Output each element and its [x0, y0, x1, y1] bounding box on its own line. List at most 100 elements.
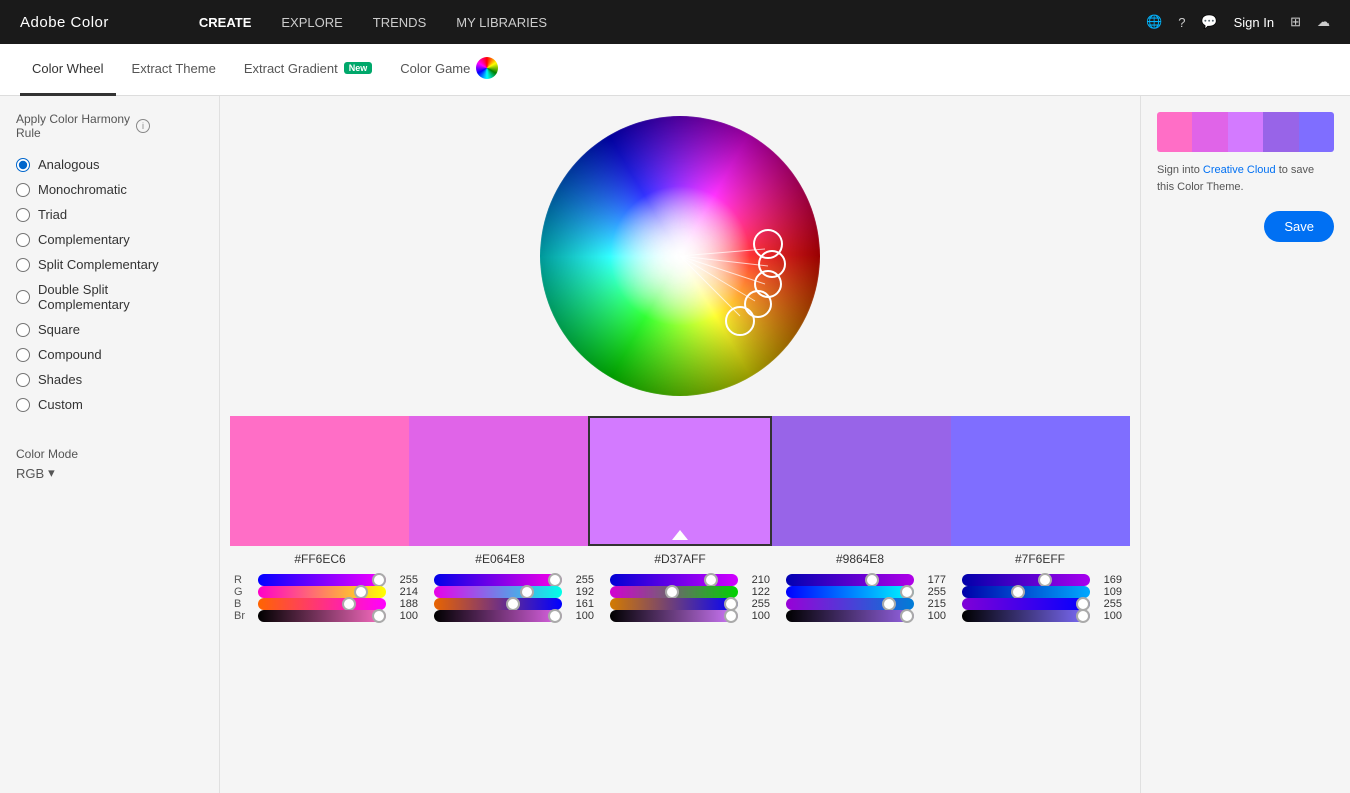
rule-square-radio[interactable] [16, 323, 30, 337]
rule-complementary[interactable]: Complementary [16, 227, 203, 252]
nav-links: CREATE EXPLORE TRENDS MY LIBRARIES [199, 15, 547, 30]
nav-right: 🌐 ? 💬 Sign In ⊞ ☁ [1146, 14, 1330, 30]
rule-custom-label: Custom [38, 397, 83, 412]
info-icon[interactable]: i [136, 119, 150, 133]
swatch-3[interactable] [588, 416, 771, 546]
rule-compound[interactable]: Compound [16, 342, 203, 367]
br-value-2: 100 [566, 610, 594, 622]
br-value-1: 100 [390, 610, 418, 622]
rule-shades-radio[interactable] [16, 373, 30, 387]
color-wheel[interactable] [540, 116, 820, 396]
save-button[interactable]: Save [1264, 211, 1334, 242]
hex-1[interactable]: #FF6EC6 [230, 552, 410, 566]
swatch-2[interactable] [409, 416, 588, 546]
g-label: G [230, 586, 250, 598]
preview-color-3 [1228, 112, 1263, 152]
rule-double-split-radio[interactable] [16, 290, 30, 304]
br-slider-3-cell: 100 [602, 610, 778, 622]
rule-triad-label: Triad [38, 207, 67, 222]
nav-create[interactable]: CREATE [199, 15, 251, 30]
g-value-3: 122 [742, 586, 770, 598]
tab-color-game-label: Color Game [400, 61, 470, 76]
preview-color-2 [1192, 112, 1227, 152]
g-value-5: 109 [1094, 586, 1122, 598]
top-navigation: Adobe Color CREATE EXPLORE TRENDS MY LIB… [0, 0, 1350, 44]
rule-analogous-label: Analogous [38, 157, 99, 172]
hex-4[interactable]: #9864E8 [770, 552, 950, 566]
br-slider-3[interactable] [610, 610, 738, 622]
tab-color-game[interactable]: Color Game [388, 44, 510, 96]
preview-swatch [1157, 112, 1334, 152]
color-mode-select[interactable]: RGB ▾ [16, 465, 203, 481]
hex-3[interactable]: #D37AFF [590, 552, 770, 566]
preview-color-1 [1157, 112, 1192, 152]
nav-trends[interactable]: TRENDS [373, 15, 426, 30]
chevron-down-icon: ▾ [48, 465, 55, 481]
tab-extract-theme-label: Extract Theme [132, 61, 216, 76]
br-value-3: 100 [742, 610, 770, 622]
br-value-4: 100 [918, 610, 946, 622]
rule-split-radio[interactable] [16, 258, 30, 272]
hex-5[interactable]: #7F6EFF [950, 552, 1130, 566]
br-slider-5[interactable] [962, 610, 1090, 622]
chat-icon[interactable]: 💬 [1201, 14, 1217, 30]
swatch-1[interactable] [230, 416, 409, 546]
help-icon[interactable]: ? [1178, 15, 1185, 30]
rule-triad[interactable]: Triad [16, 202, 203, 227]
br-slider-2[interactable] [434, 610, 562, 622]
tab-color-wheel-label: Color Wheel [32, 61, 104, 76]
sidebar: Apply Color Harmony Rule i Analogous Mon… [0, 96, 220, 793]
br-track-2 [434, 610, 562, 622]
tab-extract-gradient[interactable]: Extract Gradient New [232, 44, 384, 96]
br-slider-4[interactable] [786, 610, 914, 622]
rule-triad-radio[interactable] [16, 208, 30, 222]
swatches-row [230, 416, 1130, 546]
rule-custom[interactable]: Custom [16, 392, 203, 417]
rule-custom-radio[interactable] [16, 398, 30, 412]
r-value-3: 210 [742, 574, 770, 586]
rule-shades[interactable]: Shades [16, 367, 203, 392]
br-slider-1-cell: 100 [250, 610, 426, 622]
brand-logo: Adobe Color [20, 14, 109, 31]
rule-square[interactable]: Square [16, 317, 203, 342]
creative-cloud-link[interactable]: Creative Cloud [1203, 164, 1276, 176]
new-badge: New [344, 62, 373, 74]
rule-split-label: Split Complementary [38, 257, 159, 272]
hex-row: #FF6EC6 #E064E8 #D37AFF #9864E8 #7F6EFF [230, 552, 1130, 566]
main-layout: Apply Color Harmony Rule i Analogous Mon… [0, 96, 1350, 793]
rule-square-label: Square [38, 322, 80, 337]
grid-icon[interactable]: ⊞ [1290, 14, 1301, 30]
swatch-4[interactable] [772, 416, 951, 546]
tab-color-wheel[interactable]: Color Wheel [20, 44, 116, 96]
rule-complementary-radio[interactable] [16, 233, 30, 247]
rule-split-complementary[interactable]: Split Complementary [16, 252, 203, 277]
br-slider-5-cell: 100 [954, 610, 1130, 622]
globe-icon[interactable]: 🌐 [1146, 14, 1162, 30]
rule-monochromatic-radio[interactable] [16, 183, 30, 197]
swatch-5[interactable] [951, 416, 1130, 546]
nav-libraries[interactable]: MY LIBRARIES [456, 15, 547, 30]
rule-double-split-label: Double Split Complementary [38, 282, 203, 312]
preview-color-4 [1263, 112, 1298, 152]
color-mode-value: RGB [16, 466, 44, 481]
r-value-1: 255 [390, 574, 418, 586]
tab-extract-theme[interactable]: Extract Theme [120, 44, 228, 96]
hex-2[interactable]: #E064E8 [410, 552, 590, 566]
rule-shades-label: Shades [38, 372, 82, 387]
sign-in-link[interactable]: Sign In [1234, 15, 1274, 30]
rule-analogous-radio[interactable] [16, 158, 30, 172]
rule-double-split[interactable]: Double Split Complementary [16, 277, 203, 317]
b-value-3: 255 [742, 598, 770, 610]
rule-compound-radio[interactable] [16, 348, 30, 362]
r-label: R [230, 574, 250, 586]
color-mode-section: Color Mode RGB ▾ [16, 447, 203, 481]
harmony-subtitle: Rule [16, 126, 41, 140]
rule-monochromatic[interactable]: Monochromatic [16, 177, 203, 202]
preview-color-5 [1299, 112, 1334, 152]
profile-icon[interactable]: ☁ [1317, 14, 1330, 30]
save-info: Sign into Creative Cloud to save this Co… [1157, 162, 1334, 195]
g-value-1: 214 [390, 586, 418, 598]
br-slider-1[interactable] [258, 610, 386, 622]
rule-analogous[interactable]: Analogous [16, 152, 203, 177]
nav-explore[interactable]: EXPLORE [281, 15, 342, 30]
